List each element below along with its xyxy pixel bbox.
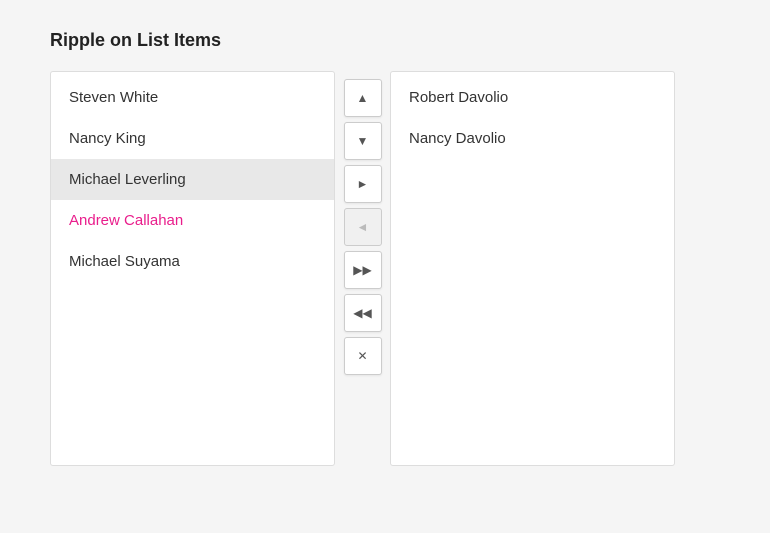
left-list-item[interactable]: Andrew Callahan bbox=[51, 200, 334, 241]
move-down-button[interactable]: ▼ bbox=[344, 122, 382, 160]
right-list-item[interactable]: Nancy Davolio bbox=[391, 118, 674, 159]
move-right-button[interactable]: ► bbox=[344, 165, 382, 203]
left-list-item[interactable]: Michael Leverling bbox=[51, 159, 334, 200]
main-container: Steven WhiteNancy KingMichael LeverlingA… bbox=[50, 71, 720, 466]
left-list: Steven WhiteNancy KingMichael LeverlingA… bbox=[50, 71, 335, 466]
move-up-button[interactable]: ▲ bbox=[344, 79, 382, 117]
left-list-item[interactable]: Nancy King bbox=[51, 118, 334, 159]
left-list-item[interactable]: Steven White bbox=[51, 77, 334, 118]
page-title: Ripple on List Items bbox=[50, 30, 720, 51]
right-list-item[interactable]: Robert Davolio bbox=[391, 77, 674, 118]
remove-button[interactable]: ✕ bbox=[344, 337, 382, 375]
move-all-right-button[interactable]: ▶▶ bbox=[344, 251, 382, 289]
left-list-item[interactable]: Michael Suyama bbox=[51, 241, 334, 282]
move-all-left-button[interactable]: ◀◀ bbox=[344, 294, 382, 332]
controls-column: ▲ ▼ ► ◄ ▶▶ ◀◀ ✕ bbox=[335, 71, 390, 383]
move-left-button: ◄ bbox=[344, 208, 382, 246]
right-list: Robert DavolioNancy Davolio bbox=[390, 71, 675, 466]
